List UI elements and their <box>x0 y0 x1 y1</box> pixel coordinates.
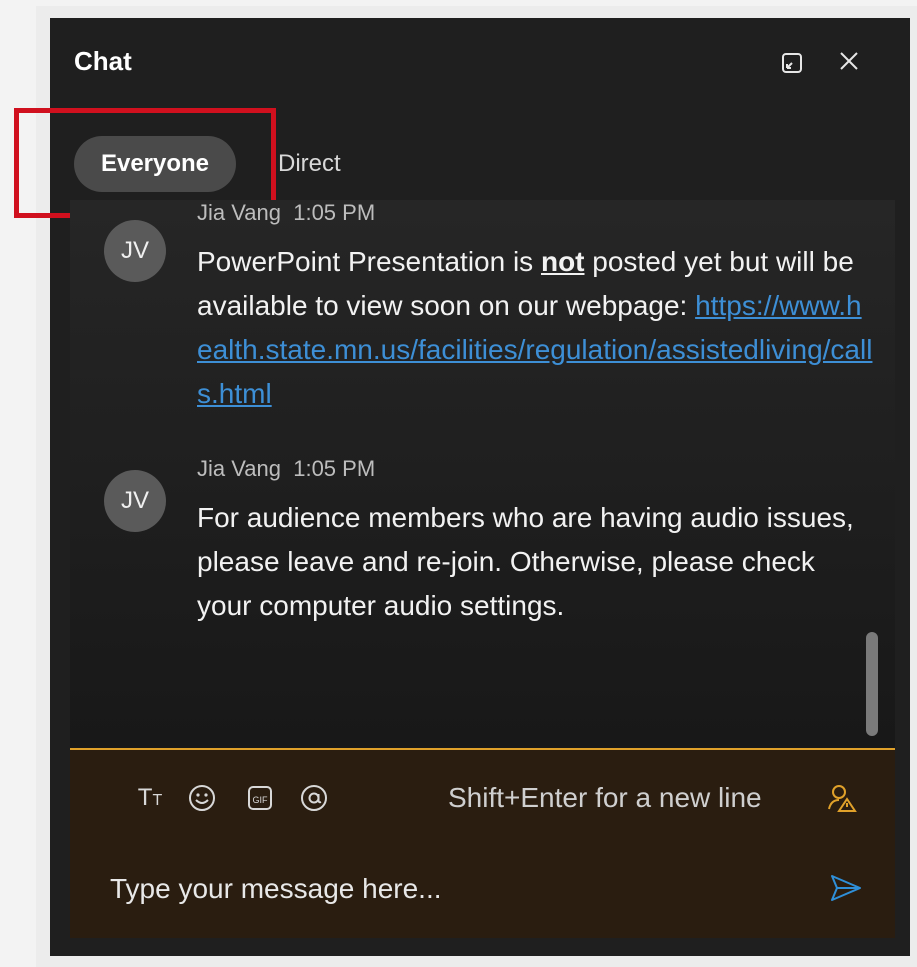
message-author: Jia Vang <box>197 200 281 225</box>
message-body: PowerPoint Presentation is not posted ye… <box>197 240 877 416</box>
send-button[interactable] <box>826 868 866 908</box>
message-meta: Jia Vang 1:05 PM <box>197 200 375 226</box>
message-input[interactable] <box>110 868 810 910</box>
popout-button[interactable] <box>775 46 809 80</box>
message-text: PowerPoint Presentation is <box>197 246 541 277</box>
avatar: JV <box>104 220 166 282</box>
message-emphasis: not <box>540 246 585 277</box>
emoji-icon <box>189 785 215 811</box>
send-icon <box>831 875 861 901</box>
newline-hint: Shift+Enter for a new line <box>448 782 762 813</box>
message-author: Jia Vang <box>197 456 281 481</box>
message-list[interactable]: JV Jia Vang 1:05 PM PowerPoint Presentat… <box>70 200 895 748</box>
gif-icon: GIF <box>248 786 272 810</box>
tab-direct[interactable]: Direct <box>278 136 341 192</box>
scrollbar-thumb[interactable] <box>866 632 878 736</box>
emoji-button[interactable] <box>182 778 222 818</box>
popout-icon <box>782 53 802 73</box>
tab-everyone[interactable]: Everyone <box>74 136 236 192</box>
message-body: For audience members who are having audi… <box>197 502 854 621</box>
message-time: 1:05 PM <box>293 200 376 225</box>
user-warning-icon <box>828 785 857 812</box>
avatar: JV <box>104 470 166 532</box>
text-format-icon: TT <box>137 784 163 811</box>
mention-button[interactable] <box>294 778 334 818</box>
gif-button[interactable]: GIF <box>240 778 280 818</box>
message-time: 1:05 PM <box>293 456 376 481</box>
message-meta: Jia Vang 1:05 PM <box>197 456 375 482</box>
user-warning-button[interactable] <box>822 778 862 818</box>
svg-text:GIF: GIF <box>253 795 269 805</box>
close-icon <box>840 52 858 70</box>
mention-icon <box>301 785 327 811</box>
text-format-button[interactable]: TT <box>130 778 170 818</box>
close-button[interactable] <box>832 44 866 78</box>
chat-title: Chat <box>74 46 132 76</box>
